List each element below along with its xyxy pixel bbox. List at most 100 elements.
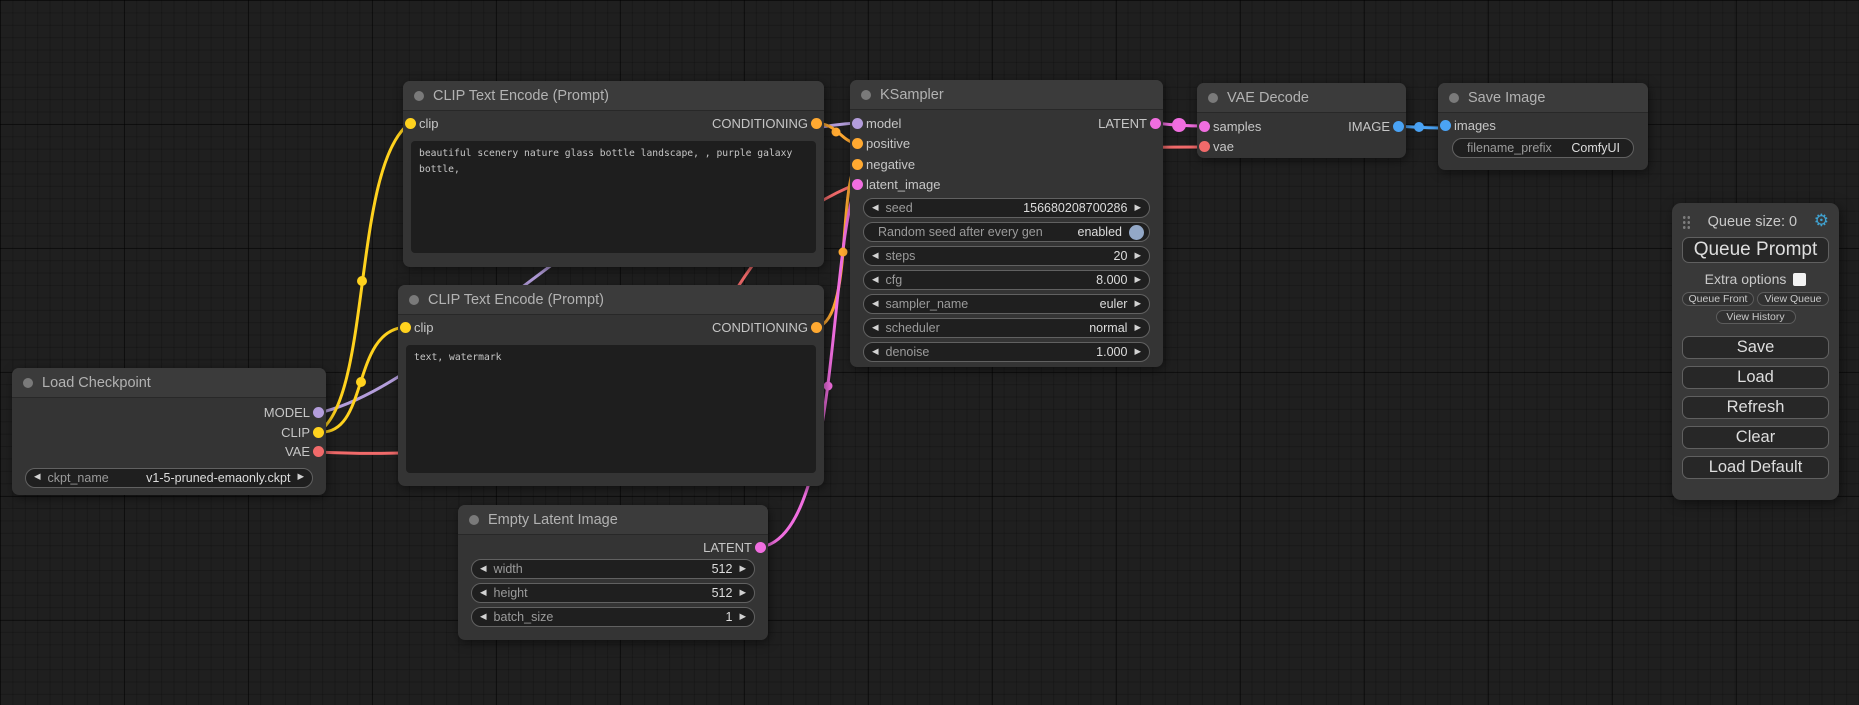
node-vae-decode[interactable]: VAE Decode samples IMAGE vae <box>1197 83 1406 158</box>
view-history-button[interactable]: View History <box>1716 310 1796 324</box>
increment-arrow-icon[interactable]: ▶ <box>1134 276 1141 285</box>
prompt-text-field[interactable]: text, watermark <box>406 345 816 473</box>
drag-handle-icon[interactable] <box>1682 215 1691 229</box>
increment-arrow-icon[interactable]: ▶ <box>1134 204 1141 213</box>
queue-panel: Queue size: 0 ⚙ Queue Prompt Extra optio… <box>1672 203 1839 500</box>
save-button[interactable]: Save <box>1682 336 1829 359</box>
increment-arrow-icon[interactable]: ▶ <box>1134 300 1141 309</box>
node-title: KSampler <box>880 87 944 103</box>
increment-arrow-icon[interactable]: ▶ <box>739 589 746 598</box>
node-title-bar[interactable]: KSampler <box>850 80 1163 110</box>
latent-image-input-port[interactable] <box>852 179 863 190</box>
node-title-bar[interactable]: CLIP Text Encode (Prompt) <box>398 285 824 315</box>
clip-input-port[interactable] <box>405 118 416 129</box>
denoise-widget[interactable]: ◀ denoise 1.000 ▶ <box>863 342 1150 362</box>
extra-options-checkbox[interactable] <box>1793 273 1806 286</box>
load-default-button[interactable]: Load Default <box>1682 456 1829 479</box>
increment-arrow-icon[interactable]: ▶ <box>739 613 746 622</box>
steps-widget[interactable]: ◀ steps 20 ▶ <box>863 246 1150 266</box>
model-input-port[interactable] <box>852 118 863 129</box>
load-button[interactable]: Load <box>1682 366 1829 389</box>
link-midpoint-dot <box>832 128 841 137</box>
decrement-arrow-icon[interactable]: ◀ <box>872 324 879 333</box>
widget-value: 8.000 <box>1096 273 1127 287</box>
toggle-dot-icon[interactable] <box>1129 225 1144 240</box>
node-clip-text-encode-positive[interactable]: CLIP Text Encode (Prompt) clip CONDITION… <box>403 81 824 267</box>
increment-arrow-icon[interactable]: ▶ <box>1134 324 1141 333</box>
graph-canvas[interactable]: Load Checkpoint MODEL CLIP VAE ◀ ckpt_na… <box>0 0 1859 705</box>
gear-icon[interactable]: ⚙ <box>1814 213 1829 230</box>
decrement-arrow-icon[interactable]: ◀ <box>872 348 879 357</box>
widget-label: steps <box>886 249 916 263</box>
samples-input-port[interactable] <box>1199 121 1210 132</box>
image-output-port[interactable] <box>1393 121 1404 132</box>
images-input-port[interactable] <box>1440 120 1451 131</box>
node-title-bar[interactable]: VAE Decode <box>1197 83 1406 113</box>
widget-value: enabled <box>1078 225 1123 239</box>
decrement-arrow-icon[interactable]: ◀ <box>480 589 487 598</box>
filename-prefix-widget[interactable]: filename_prefix ComfyUI <box>1452 138 1634 158</box>
decrement-arrow-icon[interactable]: ◀ <box>872 252 879 261</box>
widget-value: ComfyUI <box>1571 141 1620 155</box>
decrement-arrow-icon[interactable]: ◀ <box>480 613 487 622</box>
clip-input-port[interactable] <box>400 322 411 333</box>
batch-size-widget[interactable]: ◀ batch_size 1 ▶ <box>471 607 755 627</box>
queue-front-button[interactable]: Queue Front <box>1682 292 1754 306</box>
link-midpoint-dot <box>1414 122 1424 132</box>
seed-widget[interactable]: ◀ seed 156680208700286 ▶ <box>863 198 1150 218</box>
conditioning-output-port[interactable] <box>811 118 822 129</box>
node-clip-text-encode-negative[interactable]: CLIP Text Encode (Prompt) clip CONDITION… <box>398 285 824 486</box>
node-title-bar[interactable]: Load Checkpoint <box>12 368 326 398</box>
node-title-bar[interactable]: Save Image <box>1438 83 1648 113</box>
node-ksampler[interactable]: KSampler model LATENT positive negative … <box>850 80 1163 367</box>
decrement-arrow-icon[interactable]: ◀ <box>480 565 487 574</box>
link-midpoint-dot <box>356 377 366 387</box>
increment-arrow-icon[interactable]: ▶ <box>297 473 304 482</box>
node-status-dot-icon <box>861 90 871 100</box>
link-midpoint-dot <box>839 248 848 257</box>
input-label-clip: clip <box>419 116 439 131</box>
clip-output-port[interactable] <box>313 427 324 438</box>
decrement-arrow-icon[interactable]: ◀ <box>872 204 879 213</box>
node-status-dot-icon <box>23 378 33 388</box>
increment-arrow-icon[interactable]: ▶ <box>1134 348 1141 357</box>
node-title-bar[interactable]: CLIP Text Encode (Prompt) <box>403 81 824 111</box>
scheduler-widget[interactable]: ◀ scheduler normal ▶ <box>863 318 1150 338</box>
positive-input-port[interactable] <box>852 138 863 149</box>
increment-arrow-icon[interactable]: ▶ <box>1134 252 1141 261</box>
link-midpoint-dot <box>824 382 833 391</box>
widget-label: height <box>494 586 528 600</box>
negative-input-port[interactable] <box>852 159 863 170</box>
width-widget[interactable]: ◀ width 512 ▶ <box>471 559 755 579</box>
node-title: CLIP Text Encode (Prompt) <box>428 292 604 308</box>
conditioning-output-port[interactable] <box>811 322 822 333</box>
height-widget[interactable]: ◀ height 512 ▶ <box>471 583 755 603</box>
sampler-name-widget[interactable]: ◀ sampler_name euler ▶ <box>863 294 1150 314</box>
vae-output-port[interactable] <box>313 446 324 457</box>
node-title-bar[interactable]: Empty Latent Image <box>458 505 768 535</box>
node-title: Empty Latent Image <box>488 512 618 528</box>
decrement-arrow-icon[interactable]: ◀ <box>34 473 41 482</box>
ckpt-name-widget[interactable]: ◀ ckpt_name v1-5-pruned-emaonly.ckpt ▶ <box>25 468 313 488</box>
node-load-checkpoint[interactable]: Load Checkpoint MODEL CLIP VAE ◀ ckpt_na… <box>12 368 326 495</box>
prompt-text-field[interactable]: beautiful scenery nature glass bottle la… <box>411 141 816 253</box>
decrement-arrow-icon[interactable]: ◀ <box>872 276 879 285</box>
latent-output-port[interactable] <box>755 542 766 553</box>
decrement-arrow-icon[interactable]: ◀ <box>872 300 879 309</box>
widget-value: v1-5-pruned-emaonly.ckpt <box>146 471 290 485</box>
clear-button[interactable]: Clear <box>1682 426 1829 449</box>
view-queue-button[interactable]: View Queue <box>1757 292 1829 306</box>
model-output-port[interactable] <box>313 407 324 418</box>
node-empty-latent-image[interactable]: Empty Latent Image LATENT ◀ width 512 ▶ … <box>458 505 768 640</box>
widget-label: cfg <box>886 273 903 287</box>
increment-arrow-icon[interactable]: ▶ <box>739 565 746 574</box>
latent-output-port[interactable] <box>1150 118 1161 129</box>
queue-prompt-button[interactable]: Queue Prompt <box>1682 237 1829 263</box>
node-status-dot-icon <box>409 295 419 305</box>
random-seed-toggle-widget[interactable]: Random seed after every gen enabled <box>863 222 1150 242</box>
refresh-button[interactable]: Refresh <box>1682 396 1829 419</box>
node-save-image[interactable]: Save Image images filename_prefix ComfyU… <box>1438 83 1648 170</box>
vae-input-port[interactable] <box>1199 141 1210 152</box>
cfg-widget[interactable]: ◀ cfg 8.000 ▶ <box>863 270 1150 290</box>
node-status-dot-icon <box>414 91 424 101</box>
